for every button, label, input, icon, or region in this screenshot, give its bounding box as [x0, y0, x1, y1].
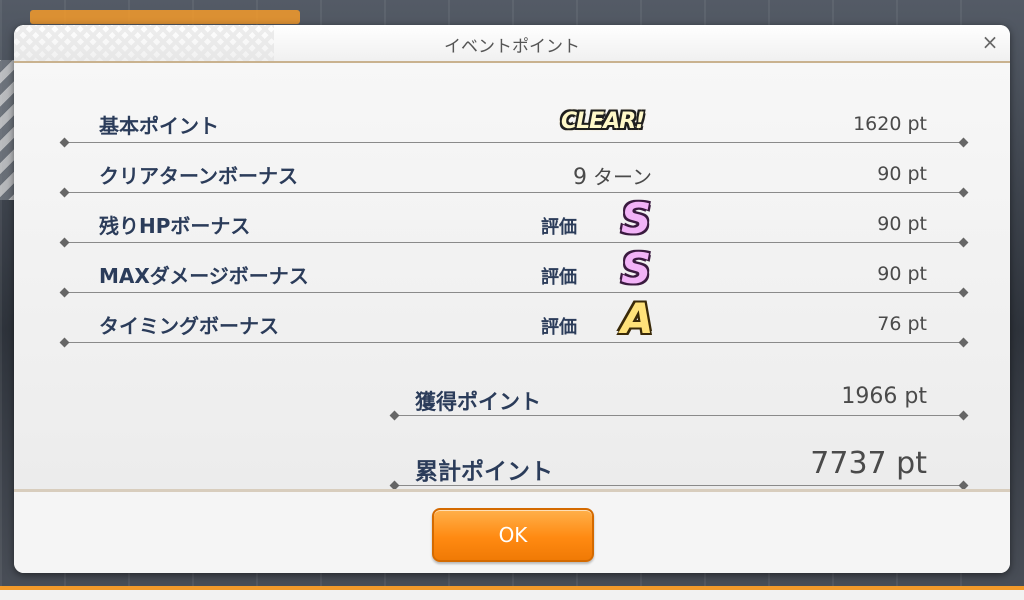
row-points: 1620 pt — [853, 113, 927, 135]
total-points-row: 累計ポイント 7737 pt — [389, 436, 969, 491]
rank-label: 評価 — [541, 217, 577, 238]
row-points: 90 pt — [877, 213, 927, 235]
grade-a-icon: A — [621, 294, 654, 343]
row-label: タイミングボーナス — [99, 314, 279, 338]
row-label: 基本ポイント — [99, 114, 219, 138]
clear-badge: CLEAR! — [561, 109, 645, 134]
rank-label: 評価 — [541, 267, 577, 288]
dialog-title: イベントポイント — [444, 37, 580, 57]
divider-end-left — [389, 410, 400, 421]
divider-end-right — [958, 410, 969, 421]
row-divider — [65, 342, 963, 343]
grade-s-icon: S — [621, 194, 652, 243]
row-clear-turn-bonus: クリアターンボーナス 9 ターン 90 pt — [59, 143, 969, 198]
row-max-damage-bonus: MAXダメージボーナス 評価 S 90 pt — [59, 243, 969, 298]
row-divider — [395, 485, 963, 486]
row-remaining-hp-bonus: 残りHPボーナス 評価 S 90 pt — [59, 193, 969, 248]
total-points-value: 7737 pt — [810, 446, 927, 481]
turn-count-value: 9 — [573, 165, 587, 190]
dialog-titlebar: イベントポイント × — [14, 25, 1010, 63]
earned-points-value: 1966 pt — [841, 384, 927, 409]
row-points: 90 pt — [877, 163, 927, 185]
divider-end-right — [958, 337, 969, 348]
earned-points-label: 獲得ポイント — [415, 390, 541, 414]
row-label: 残りHPボーナス — [99, 214, 251, 238]
grade-s-icon: S — [621, 244, 652, 293]
row-divider — [395, 415, 963, 416]
earned-points-row: 獲得ポイント 1966 pt — [389, 366, 969, 421]
rank-label: 評価 — [541, 317, 577, 338]
event-points-dialog: イベントポイント × 基本ポイント CLEAR! 1620 pt クリアターンボ… — [14, 25, 1010, 573]
total-points-label: 累計ポイント — [415, 459, 553, 485]
turn-count-unit: ターン — [593, 165, 652, 189]
turn-count: 9 ターン — [573, 161, 652, 190]
row-points: 76 pt — [877, 313, 927, 335]
row-points: 90 pt — [877, 263, 927, 285]
ok-button[interactable]: OK — [432, 508, 594, 562]
points-breakdown: 基本ポイント CLEAR! 1620 pt クリアターンボーナス 9 ターン 90… — [14, 63, 1010, 491]
dialog-footer: OK — [14, 489, 1010, 573]
divider-end-left — [59, 337, 70, 348]
close-icon[interactable]: × — [978, 30, 1002, 54]
row-label: クリアターンボーナス — [99, 164, 298, 188]
row-label: MAXダメージボーナス — [99, 264, 309, 288]
row-base-points: 基本ポイント CLEAR! 1620 pt — [59, 93, 969, 148]
background-footer-strip — [0, 590, 1024, 600]
row-timing-bonus: タイミングボーナス 評価 A 76 pt — [59, 293, 969, 348]
background-banner — [30, 10, 300, 24]
